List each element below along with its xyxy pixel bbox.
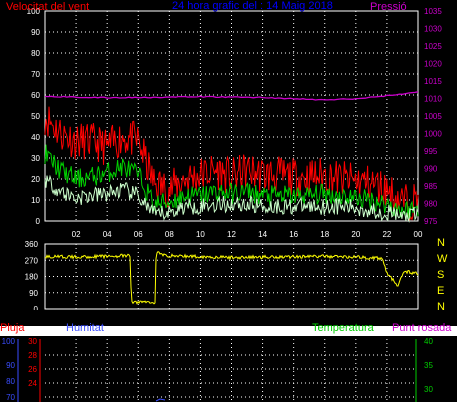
axis-label-pluja: Pluja <box>0 322 25 334</box>
left-axis-label-wind-speed: Velocitat del vent <box>6 1 89 13</box>
pressure-right-tick-label: 990 <box>424 165 438 174</box>
temperature-tick-label: 40 <box>424 337 433 346</box>
compass-label: W <box>437 253 448 265</box>
compass-label: N <box>437 237 445 249</box>
direction-left-tick-label: 360 <box>25 240 39 249</box>
pressure-right-tick-label: 1015 <box>424 77 442 86</box>
pressure-right-tick-label: 1010 <box>424 95 442 104</box>
wind-x-tick-label: 10 <box>196 230 205 239</box>
pressure-right-tick-label: 1005 <box>424 112 442 121</box>
pressure-right-tick-label: 1035 <box>424 7 442 16</box>
wind-left-tick-label: 20 <box>31 175 40 184</box>
axis-label-temperatura: Temperatura <box>312 322 375 334</box>
direction-left-tick-label: 180 <box>25 273 39 282</box>
wind-left-tick-label: 40 <box>31 133 40 142</box>
wind-left-tick-label: 0 <box>36 217 41 226</box>
climate-panel-background <box>0 336 457 402</box>
chart-title: 24 hora grafic del : 14 Maig 2018 <box>172 0 333 12</box>
humitat-tick-label: 90 <box>6 361 15 370</box>
pressure-right-tick-label: 995 <box>424 147 438 156</box>
wind-left-tick-label: 10 <box>31 196 40 205</box>
temperature-tick-label: 30 <box>424 385 433 394</box>
pressure-right-tick-label: 980 <box>424 200 438 209</box>
humitat-tick-label: 80 <box>6 377 15 386</box>
wind-x-tick-label: 06 <box>134 230 143 239</box>
pluja-tick-label: 26 <box>28 365 37 374</box>
wind-left-tick-label: 30 <box>31 154 40 163</box>
direction-left-tick-label: 270 <box>25 256 39 265</box>
wind-left-tick-label: 90 <box>31 28 40 37</box>
wind-x-tick-label: 16 <box>289 230 298 239</box>
wind-left-tick-label: 60 <box>31 91 40 100</box>
axis-label-humitat: Humitat <box>66 322 104 334</box>
humitat-tick-label: 70 <box>6 393 15 402</box>
wind-left-tick-label: 50 <box>31 112 40 121</box>
compass-label: E <box>437 285 444 297</box>
pressure-right-tick-label: 975 <box>424 217 438 226</box>
wind-x-tick-label: 22 <box>382 230 391 239</box>
wind-x-tick-label: 14 <box>258 230 267 239</box>
wind-x-tick-label: 12 <box>227 230 236 239</box>
axis-label-punt-rosada: Punt rosada <box>392 322 452 334</box>
wind-left-tick-label: 80 <box>31 49 40 58</box>
wind-x-tick-label: 08 <box>165 230 174 239</box>
pluja-tick-label: 28 <box>28 351 37 360</box>
pluja-tick-label: 24 <box>28 379 37 388</box>
wind-x-tick-label: 18 <box>320 230 329 239</box>
pressure-right-tick-label: 1000 <box>424 130 442 139</box>
temperature-tick-label: 35 <box>424 361 433 370</box>
pressure-right-tick-label: 1020 <box>424 60 442 69</box>
humitat-tick-label: 100 <box>2 337 16 346</box>
pluja-tick-label: 30 <box>28 337 37 346</box>
pressure-right-tick-label: 1030 <box>424 25 442 34</box>
weather-charts: 0102030405060708090100 97598098599099510… <box>0 0 457 402</box>
right-axis-label-pressure: Pressió <box>370 1 407 13</box>
pressure-right-tick-label: 985 <box>424 182 438 191</box>
wind-x-tick-label: 04 <box>103 230 112 239</box>
wind-x-tick-label: 00 <box>414 230 423 239</box>
pressure-right-tick-label: 1025 <box>424 42 442 51</box>
direction-left-tick-label: 90 <box>29 289 38 298</box>
wind-x-tick-label: 20 <box>351 230 360 239</box>
wind-left-tick-label: 70 <box>31 70 40 79</box>
wind-x-tick-label: 02 <box>72 230 81 239</box>
compass-label: S <box>437 269 444 281</box>
